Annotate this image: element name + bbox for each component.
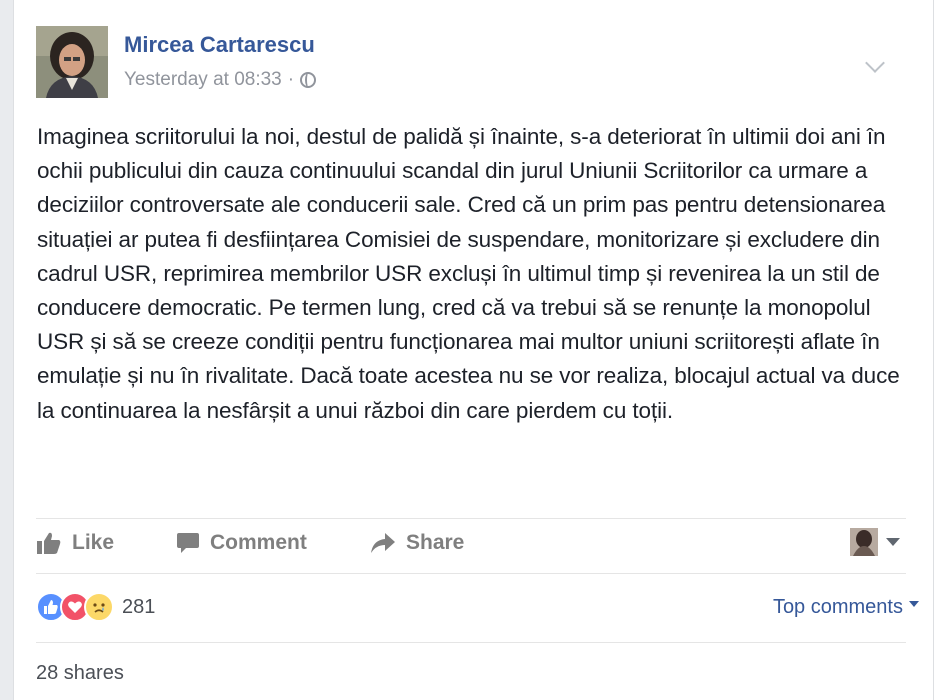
shares-count[interactable]: 28 shares [36, 662, 124, 685]
avatar-photo [36, 26, 108, 98]
post-body: Imaginea scriitorului la noi, destul de … [37, 124, 900, 423]
thumbs-up-icon [37, 532, 61, 554]
author-name[interactable]: Mircea Cartarescu [124, 32, 315, 58]
caret-down-icon [886, 538, 900, 546]
comment-icon [177, 533, 199, 553]
like-button[interactable]: Like [36, 531, 114, 555]
comment-label: Comment [210, 531, 307, 554]
post-as-selector[interactable] [850, 528, 900, 556]
globe-icon[interactable] [300, 72, 317, 88]
share-label: Share [406, 531, 465, 554]
author-avatar[interactable] [36, 26, 108, 98]
like-label: Like [72, 531, 115, 554]
share-arrow-icon [371, 533, 395, 553]
viewer-avatar [850, 528, 878, 556]
meta-separator: · [287, 69, 295, 90]
chevron-down-icon[interactable] [865, 53, 885, 73]
reactions-summary[interactable]: 281 [36, 592, 155, 622]
post-card: Mircea Cartarescu Yesterday at 08:33 · I… [13, 0, 934, 700]
caret-down-icon [909, 600, 919, 607]
reaction-count: 281 [122, 595, 156, 618]
divider [36, 642, 906, 643]
post-meta: Yesterday at 08:33 · [124, 69, 317, 91]
comment-sort-dropdown[interactable]: Top comments [773, 596, 919, 619]
comment-sort-label: Top comments [772, 596, 903, 618]
share-button[interactable]: Share [370, 531, 464, 555]
post-header: Mircea Cartarescu Yesterday at 08:33 · [36, 26, 896, 100]
comment-button[interactable]: Comment [176, 531, 307, 555]
action-bar: Like Comment Share [36, 518, 906, 574]
sad-reaction-icon [84, 592, 114, 622]
post-timestamp[interactable]: Yesterday at 08:33 [124, 69, 282, 91]
